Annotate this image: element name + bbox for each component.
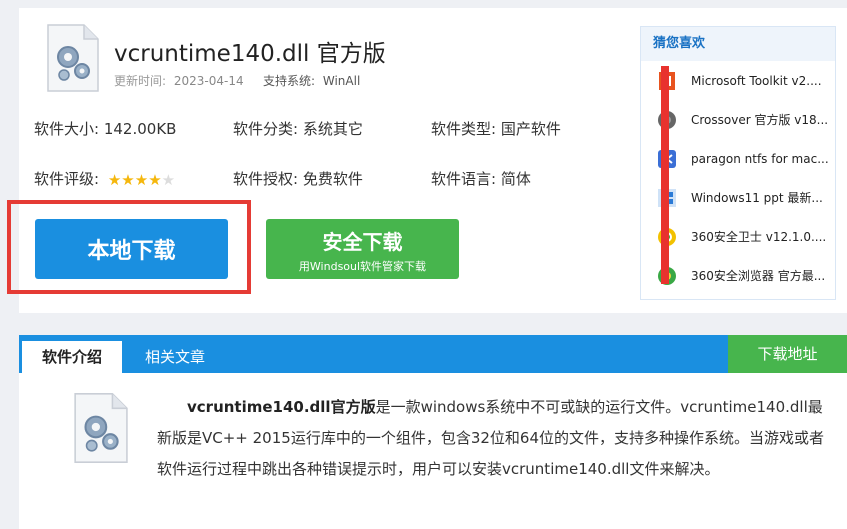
software-size: 软件大小: 142.00KB (34, 118, 176, 139)
recommendation-label: 360安全卫士 v12.1.0.... (691, 230, 827, 244)
recommendation-label: paragon ntfs for mac... (691, 151, 829, 166)
recommendation-label: Crossover 官方版 v18... (691, 113, 829, 127)
update-time-value: 2023-04-14 (173, 74, 244, 88)
recommendations-title: 猜您喜欢 (641, 27, 835, 61)
dll-file-icon (47, 24, 99, 92)
star-icon: ★ (107, 171, 122, 189)
supported-system-value: WinAll (322, 74, 361, 88)
software-license-value: 免费软件 (302, 170, 363, 188)
recommendation-item[interactable]: 360安全卫士 v12.1.0.... (641, 217, 835, 256)
software-type: 软件类型: 国产软件 (431, 118, 561, 139)
software-type-label: 软件类型: (431, 120, 497, 138)
content-tabs: 软件介绍 相关文章 下载地址 (19, 335, 847, 373)
update-time: 更新时间: 2023-04-14 (114, 72, 244, 89)
update-time-label: 更新时间: (114, 74, 167, 88)
star-icon: ★ (148, 171, 162, 189)
tab-software-intro[interactable]: 软件介绍 (22, 341, 122, 373)
software-category-value: 系统其它 (302, 120, 363, 138)
software-language-value: 简体 (500, 170, 531, 188)
page-title: vcruntime140.dll 官方版 (114, 41, 386, 67)
recommendation-label: Microsoft Toolkit v2.... (691, 73, 822, 88)
recommendation-label: 360安全浏览器 官方最... (691, 269, 826, 283)
intro-content: vcruntime140.dll官方版是一款windows系统中不可或缺的运行文… (19, 373, 847, 529)
tab-download-address[interactable]: 下载地址 (728, 335, 847, 373)
software-size-value: 142.00KB (103, 120, 177, 138)
intro-software-name: vcruntime140.dll官方版 (187, 398, 376, 416)
safe-download-label: 安全下载 (322, 230, 403, 254)
recommendation-item[interactable]: Crossover 官方版 v18... (641, 100, 835, 139)
rating-stars: ★★★★★ (108, 171, 175, 189)
star-icon: ★ (161, 171, 176, 189)
software-language-label: 软件语言: (431, 170, 497, 188)
recommendation-item[interactable]: Microsoft Toolkit v2.... (641, 61, 835, 100)
recommendation-item[interactable]: paragon ntfs for mac... (641, 139, 835, 178)
star-icon: ★ (121, 171, 135, 189)
local-download-button[interactable]: 本地下载 (35, 219, 228, 279)
software-rating-label: 软件评级: (34, 170, 100, 188)
safe-download-sublabel: 用Windsoul软件管家下载 (298, 260, 427, 273)
red-annotation-bar (661, 66, 669, 284)
software-license-label: 软件授权: (233, 170, 299, 188)
recommendations-panel: 猜您喜欢 Microsoft Toolkit v2.... Crossover … (640, 26, 836, 300)
recommendation-item[interactable]: Windows11 ppt 最新... (641, 178, 835, 217)
supported-system-label: 支持系统: (263, 74, 316, 88)
software-size-label: 软件大小: (34, 120, 100, 138)
software-category: 软件分类: 系统其它 (233, 118, 363, 139)
dll-file-icon (74, 393, 128, 463)
software-category-label: 软件分类: (233, 120, 299, 138)
supported-system: 支持系统: WinAll (263, 72, 360, 89)
software-rating: 软件评级: ★★★★★ (34, 168, 175, 189)
recommendation-item[interactable]: 360安全浏览器 官方最... (641, 256, 835, 295)
software-language: 软件语言: 简体 (431, 168, 531, 189)
star-icon: ★ (134, 171, 149, 189)
recommendation-label: Windows11 ppt 最新... (691, 191, 823, 205)
safe-download-button[interactable]: 安全下载 用Windsoul软件管家下载 (266, 219, 459, 279)
software-type-value: 国产软件 (500, 120, 561, 138)
software-license: 软件授权: 免费软件 (233, 168, 363, 189)
tab-related-articles[interactable]: 相关文章 (145, 341, 205, 373)
intro-description: vcruntime140.dll官方版是一款windows系统中不可或缺的运行文… (157, 392, 833, 485)
